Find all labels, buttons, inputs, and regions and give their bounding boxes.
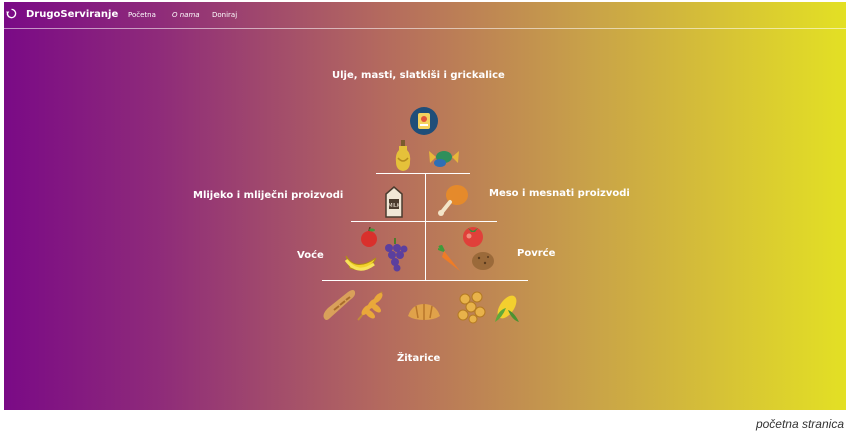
nav-link-pocetna[interactable]: Početna — [128, 11, 156, 19]
carrot-icon — [438, 245, 460, 271]
grains-label: Žitarice — [397, 353, 441, 364]
grapes-icon — [385, 238, 408, 272]
nav-link-o-nama[interactable]: O nama — [172, 11, 200, 19]
brand-logo[interactable]: DrugoServiranje — [26, 9, 118, 20]
chips-icon — [410, 107, 438, 135]
candy-icon — [429, 151, 459, 167]
screenshot-caption: početna stranica — [755, 417, 844, 431]
apple-icon — [361, 227, 377, 247]
pyramid-divider-top — [376, 173, 470, 174]
meat-label: Meso i mesnati proizvodi — [489, 188, 630, 199]
navbar: DrugoServiranje Početna O nama Doniraj — [4, 2, 846, 29]
baguette-icon — [323, 290, 356, 320]
potato-icon — [472, 252, 494, 270]
svg-text:MILK: MILK — [388, 203, 401, 209]
wheat-icon — [357, 291, 383, 321]
vegetable-label: Povrće — [517, 248, 556, 259]
fats-sweets-label: Ulje, masti, slatkiši i grickalice — [332, 70, 505, 81]
corn-icon — [495, 295, 519, 322]
pasta-icon — [457, 291, 486, 324]
fruit-label: Voće — [297, 250, 324, 261]
pyramid-divider-middle — [351, 221, 497, 222]
nav-link-doniraj[interactable]: Doniraj — [212, 11, 237, 19]
croissant-icon — [408, 304, 440, 320]
milk-carton-icon: MILK — [385, 186, 403, 218]
recycle-icon — [6, 8, 17, 19]
dairy-label: Mlijeko i mliječni proizvodi — [193, 190, 344, 201]
app-screen: DrugoServiranje Početna O nama Doniraj U… — [4, 2, 846, 410]
chicken-leg-icon — [438, 185, 468, 216]
pyramid-center-divider — [425, 174, 426, 281]
banana-icon — [344, 255, 377, 271]
oil-bottle-icon — [395, 140, 411, 171]
